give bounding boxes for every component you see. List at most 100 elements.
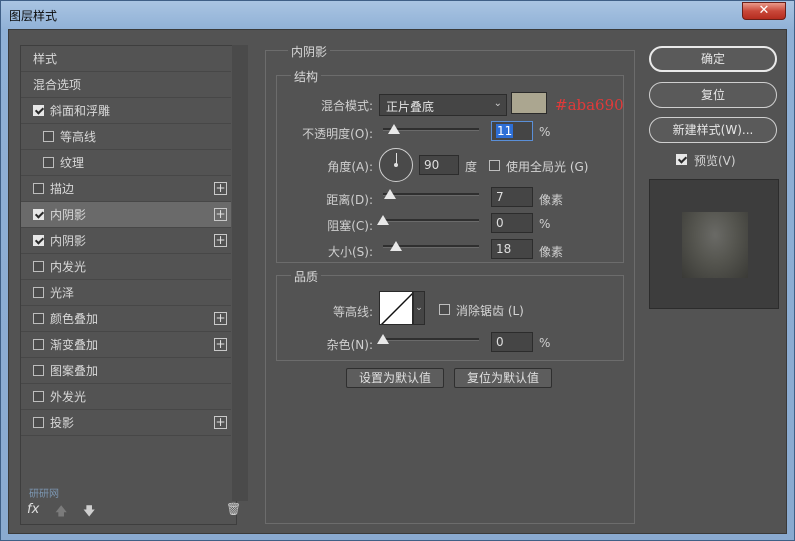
preview-checkbox[interactable] [676, 154, 687, 165]
add-effect-icon[interactable]: + [214, 312, 227, 325]
add-effect-icon[interactable]: + [214, 338, 227, 351]
style-item-checkbox[interactable] [33, 235, 44, 246]
angle-label: 角度(A): [327, 160, 373, 174]
style-item-checkbox[interactable] [33, 183, 44, 194]
style-item-label: 内阴影 [50, 234, 87, 248]
size-value: 18 [496, 242, 512, 256]
choke-slider-thumb[interactable] [377, 215, 389, 225]
add-effect-icon[interactable]: + [214, 234, 227, 247]
add-effect-icon[interactable]: + [214, 182, 227, 195]
reset-default-button[interactable]: 复位为默认值 [454, 368, 552, 388]
choke-label: 阻塞(C): [327, 219, 373, 233]
title-bar[interactable]: 图层样式 ✕ [1, 1, 794, 29]
opacity-unit: % [539, 125, 551, 139]
style-item[interactable]: 内阴影 + [21, 228, 231, 254]
style-item[interactable]: 投影 + [21, 410, 231, 436]
distance-input[interactable]: 7 [491, 187, 533, 207]
style-item-checkbox[interactable] [33, 261, 44, 272]
size-slider[interactable] [383, 241, 479, 251]
size-label: 大小(S): [327, 245, 373, 259]
style-item[interactable]: 渐变叠加 + [21, 332, 231, 358]
ok-button[interactable]: 确定 [649, 46, 777, 72]
choke-unit: % [539, 217, 551, 231]
style-item[interactable]: 光泽 [21, 280, 231, 306]
style-item-checkbox[interactable] [33, 391, 44, 402]
style-item-checkbox[interactable] [33, 287, 44, 298]
angle-input[interactable]: 90 [419, 155, 459, 175]
noise-input[interactable]: 0 [491, 332, 533, 352]
style-item-checkbox[interactable] [33, 339, 44, 350]
style-item-label: 外发光 [50, 390, 87, 404]
choke-input[interactable]: 0 [491, 213, 533, 233]
opacity-value: 11 [496, 124, 514, 138]
opacity-slider[interactable] [383, 124, 479, 134]
set-default-button[interactable]: 设置为默认值 [346, 368, 444, 388]
style-item-checkbox[interactable] [43, 157, 54, 168]
move-down-icon[interactable]: 🡇 [83, 502, 95, 523]
style-item[interactable]: 内发光 [21, 254, 231, 280]
contour-dropdown[interactable]: ⌄ [413, 291, 425, 325]
style-item[interactable]: 斜面和浮雕 [21, 98, 231, 124]
style-item[interactable]: 颜色叠加 + [21, 306, 231, 332]
noise-unit: % [539, 336, 551, 350]
style-list-scrollbar[interactable] [232, 45, 248, 501]
style-item-label: 斜面和浮雕 [50, 104, 111, 118]
style-item-checkbox[interactable] [33, 313, 44, 324]
contour-label: 等高线: [332, 305, 373, 319]
noise-label: 杂色(N): [326, 338, 373, 352]
opacity-input[interactable]: 11 [491, 121, 533, 141]
blend-mode-label: 混合模式: [320, 99, 373, 113]
noise-slider-thumb[interactable] [377, 334, 389, 344]
structure-group: 结构 混合模式: 正片叠底 ⌄ #aba690 不透明度(O): 11 % 角度… [276, 68, 624, 263]
anti-alias-checkbox[interactable] [439, 304, 450, 315]
style-item-label: 混合选项 [33, 78, 82, 92]
anti-alias-label[interactable]: 消除锯齿 (L) [456, 302, 524, 319]
global-light-checkbox[interactable] [489, 160, 500, 171]
new-style-button[interactable]: 新建样式(W)... [649, 117, 777, 143]
noise-slider[interactable] [377, 334, 479, 344]
add-effect-icon[interactable]: + [214, 416, 227, 429]
trash-icon[interactable]: 🗑 [226, 502, 241, 516]
size-slider-thumb[interactable] [389, 241, 402, 251]
style-item-checkbox[interactable] [33, 105, 44, 116]
style-item[interactable]: 外发光 [21, 384, 231, 410]
add-effect-icon[interactable]: + [214, 208, 227, 221]
style-item[interactable]: 描边 + [21, 176, 231, 202]
layer-style-dialog: 图层样式 ✕ 样式 混合选项 斜面和浮雕 等高线 纹理 描边 + 内阴影 + 内阴影 + 内发光 光泽颜… [0, 0, 795, 541]
global-light-label[interactable]: 使用全局光 (G) [506, 158, 588, 175]
noise-value: 0 [496, 335, 504, 349]
angle-dial[interactable] [379, 148, 413, 182]
inner-shadow-panel: 内阴影 结构 混合模式: 正片叠底 ⌄ #aba690 不透明度(O): 11 [265, 43, 635, 524]
move-up-icon[interactable]: 🡅 [55, 502, 67, 523]
style-item[interactable]: 内阴影 + [21, 202, 231, 228]
style-item-checkbox[interactable] [33, 417, 44, 428]
choke-slider[interactable] [377, 215, 479, 225]
preview-label[interactable]: 预览(V) [694, 152, 736, 169]
contour-linear-icon [380, 292, 412, 324]
style-item[interactable]: 图案叠加 [21, 358, 231, 384]
fx-icon[interactable]: fx [27, 502, 39, 517]
reset-button[interactable]: 复位 [649, 82, 777, 108]
distance-slider-thumb[interactable] [383, 189, 396, 199]
close-button[interactable]: ✕ [742, 2, 786, 20]
style-item-label: 颜色叠加 [50, 312, 99, 326]
contour-preview[interactable] [379, 291, 413, 325]
distance-value: 7 [496, 190, 504, 204]
style-item-checkbox[interactable] [43, 131, 54, 142]
style-item-checkbox[interactable] [33, 209, 44, 220]
size-input[interactable]: 18 [491, 239, 533, 259]
style-item-label: 光泽 [50, 286, 75, 300]
opacity-slider-thumb[interactable] [387, 124, 400, 134]
style-item[interactable]: 样式 [21, 46, 231, 72]
style-item-checkbox[interactable] [33, 365, 44, 376]
distance-slider[interactable] [383, 189, 479, 199]
style-item[interactable]: 纹理 [21, 150, 231, 176]
style-item[interactable]: 混合选项 [21, 72, 231, 98]
quality-title: 品质 [291, 268, 322, 285]
blend-mode-select[interactable]: 正片叠底 ⌄ [379, 94, 507, 116]
dialog-client: 样式 混合选项 斜面和浮雕 等高线 纹理 描边 + 内阴影 + 内阴影 + 内发光 光泽 颜色叠加 + 渐变叠… [8, 29, 787, 534]
chevron-down-icon: ⌄ [493, 98, 502, 109]
choke-value: 0 [496, 216, 504, 230]
style-item[interactable]: 等高线 [21, 124, 231, 150]
shadow-color-swatch[interactable] [511, 92, 547, 114]
